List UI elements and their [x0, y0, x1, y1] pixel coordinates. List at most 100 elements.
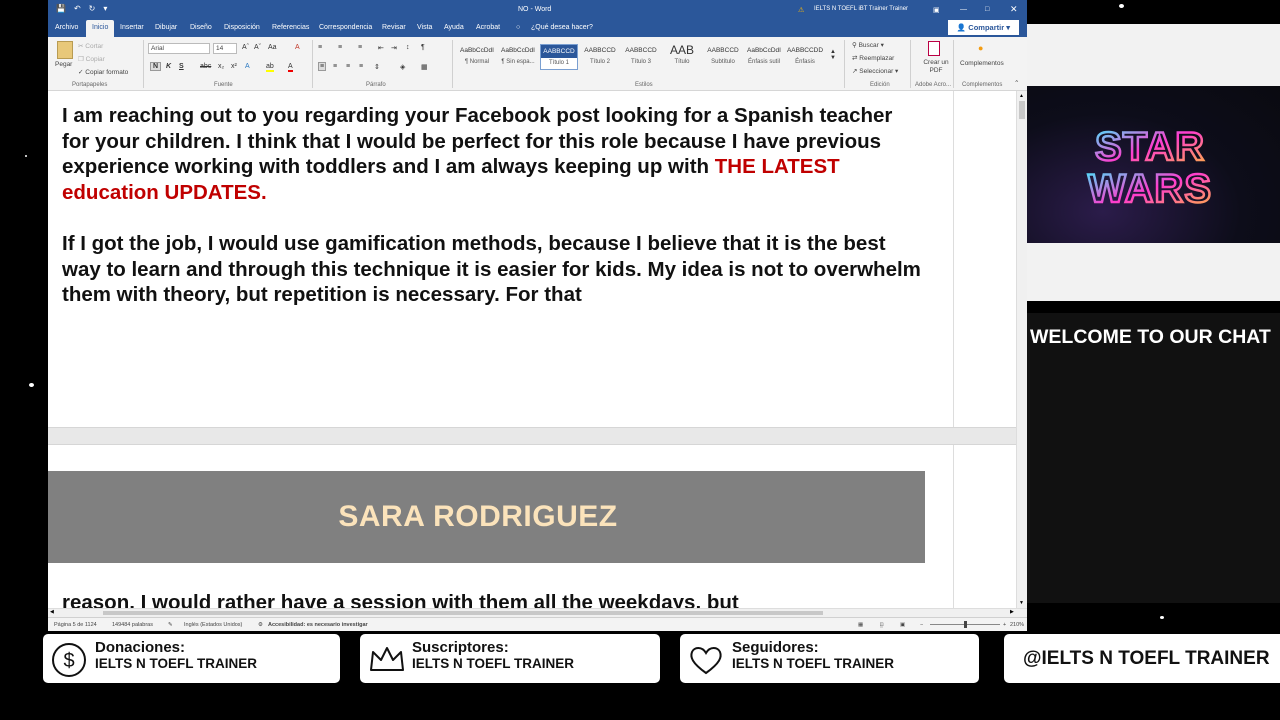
bold-icon[interactable]: N — [150, 62, 162, 71]
redo-icon[interactable]: ↻ — [89, 4, 96, 13]
justify-icon[interactable]: ≡ — [359, 63, 363, 70]
proofing-icon[interactable]: ✎ — [168, 622, 173, 628]
select-button[interactable]: ↗ Seleccionar ▾ — [852, 67, 898, 75]
tab-correspondencia[interactable]: Correspondencia — [319, 24, 372, 31]
paragraph-2[interactable]: If I got the job, I would use gamificati… — [62, 231, 922, 308]
minimize-icon[interactable]: — — [960, 6, 967, 13]
customize-icon[interactable]: ▾ — [103, 4, 107, 13]
increase-indent-icon[interactable]: ⇥ — [391, 44, 397, 52]
highlight-color-icon[interactable]: ab — [266, 63, 274, 72]
paste-icon[interactable] — [57, 41, 73, 59]
grow-font-icon[interactable]: Aˆ — [242, 44, 249, 51]
clear-formatting-icon[interactable]: A — [295, 44, 300, 51]
addins-button[interactable]: Complementos — [960, 60, 1004, 67]
style-item[interactable]: AaBbCcDdI ¶ Normal — [458, 44, 496, 70]
text-effects-icon[interactable]: A — [245, 63, 250, 70]
ribbon-display-icon[interactable]: ▣ — [933, 6, 940, 14]
zoom-in-icon[interactable]: + — [1003, 622, 1006, 628]
maximize-icon[interactable]: □ — [985, 6, 989, 13]
page-margin-line — [953, 91, 954, 608]
print-layout-icon[interactable]: □ — [880, 622, 884, 628]
sort-icon[interactable]: ↕ — [406, 44, 410, 51]
style-item[interactable]: AABBCCD Subtítulo — [704, 44, 742, 70]
zoom-level[interactable]: 210% — [1010, 622, 1024, 628]
save-icon[interactable]: 💾 — [56, 4, 66, 13]
font-color-icon[interactable]: A — [288, 63, 293, 72]
close-icon[interactable]: ✕ — [1010, 4, 1018, 15]
paragraph-1[interactable]: I am reaching out to you regarding your … — [62, 103, 922, 205]
shading-icon[interactable]: ◈ — [400, 63, 405, 71]
create-pdf-button[interactable]: Crear un PDF — [922, 59, 950, 75]
tab-disposicion[interactable]: Disposición — [224, 24, 260, 31]
read-mode-icon[interactable]: ▦ — [858, 622, 863, 628]
scroll-right-icon[interactable]: ▶ — [1010, 609, 1014, 615]
font-name-select[interactable]: Arial — [148, 43, 210, 54]
style-item[interactable]: AABBCCD Título 2 — [581, 44, 619, 70]
word-count[interactable]: 149484 palabras — [112, 622, 153, 628]
italic-icon[interactable]: K — [166, 63, 171, 70]
strikethrough-icon[interactable]: abc — [200, 63, 211, 70]
style-item[interactable]: AAB Título — [663, 44, 701, 70]
tab-archivo[interactable]: Archivo — [55, 24, 78, 31]
paste-button[interactable]: Pegar — [55, 61, 72, 68]
scroll-up-icon[interactable]: ▲ — [1019, 93, 1024, 99]
horizontal-scrollbar[interactable]: ◀ ▶ — [48, 608, 1027, 617]
borders-icon[interactable]: ▦ — [421, 63, 428, 71]
copy-button[interactable]: ❐ Copiar — [78, 55, 105, 63]
tab-ayuda[interactable]: Ayuda — [444, 24, 464, 31]
tab-vista[interactable]: Vista — [417, 24, 432, 31]
style-item[interactable]: AaBbCcDdI Énfasis sutil — [745, 44, 783, 70]
zoom-out-icon[interactable]: − — [920, 622, 923, 628]
vertical-scrollbar[interactable]: ▲ ▼ — [1016, 91, 1027, 608]
tab-diseno[interactable]: Diseño — [190, 24, 212, 31]
tab-referencias[interactable]: Referencias — [272, 24, 309, 31]
replace-button[interactable]: ⇄ Reemplazar — [852, 54, 894, 62]
styles-scroll-icon[interactable]: ▲ ▼ — [830, 49, 836, 61]
document-area[interactable]: I am reaching out to you regarding your … — [48, 91, 1018, 614]
align-center-icon[interactable]: ≡ — [333, 63, 337, 70]
align-right-icon[interactable]: ≡ — [346, 63, 350, 70]
superscript-icon[interactable]: x² — [231, 63, 237, 70]
language[interactable]: Inglés (Estados Unidos) — [184, 622, 242, 628]
collapse-ribbon-icon[interactable]: ⌃ — [1014, 79, 1019, 87]
cut-button[interactable]: ✂ Cortar — [78, 42, 103, 50]
web-layout-icon[interactable]: ▣ — [900, 622, 905, 628]
account-name[interactable]: IELTS N TOEFL iBT Trainer Trainer — [814, 6, 908, 12]
share-button[interactable]: 👤 Compartir ▾ — [947, 20, 1019, 35]
undo-icon[interactable]: ↶ — [74, 4, 81, 13]
accessibility-icon[interactable]: ⚙ — [258, 622, 263, 628]
tell-me-search[interactable]: ¿Qué desea hacer? — [531, 24, 593, 31]
find-button[interactable]: ⚲ Buscar ▾ — [852, 41, 884, 49]
subscript-icon[interactable]: x₂ — [218, 63, 224, 70]
show-marks-icon[interactable]: ¶ — [421, 44, 425, 51]
tab-dibujar[interactable]: Dibujar — [155, 24, 177, 31]
style-item[interactable]: AABBCCDD Énfasis — [786, 44, 824, 70]
style-item[interactable]: AABBCCD Título 1 — [540, 44, 578, 70]
accessibility-status[interactable]: Accesibilidad: es necesario investigar — [268, 622, 368, 628]
shrink-font-icon[interactable]: Aˇ — [254, 44, 261, 51]
tab-insertar[interactable]: Insertar — [120, 24, 144, 31]
tab-revisar[interactable]: Revisar — [382, 24, 406, 31]
scroll-thumb[interactable] — [103, 611, 823, 615]
page-count[interactable]: Página 5 de 1124 — [54, 622, 97, 628]
change-case-icon[interactable]: Aa — [268, 44, 277, 51]
font-group-label: Fuente — [214, 82, 233, 88]
multilevel-list-icon[interactable]: ≡ — [358, 44, 362, 51]
underline-icon[interactable]: S — [179, 63, 184, 70]
scroll-thumb[interactable] — [1019, 101, 1025, 119]
format-painter-button[interactable]: ✓ Copiar formato — [78, 68, 128, 76]
style-item[interactable]: AABBCCD Título 3 — [622, 44, 660, 70]
decrease-indent-icon[interactable]: ⇤ — [378, 44, 384, 52]
bullets-icon[interactable]: ≡ — [318, 44, 322, 51]
scroll-down-icon[interactable]: ▼ — [1019, 600, 1024, 606]
scroll-left-icon[interactable]: ◀ — [50, 609, 54, 615]
tab-acrobat[interactable]: Acrobat — [476, 24, 500, 31]
align-left-icon[interactable]: ≡ — [318, 62, 327, 71]
numbering-icon[interactable]: ≡ — [338, 44, 342, 51]
zoom-slider-thumb[interactable] — [964, 621, 967, 628]
line-spacing-icon[interactable]: ⇕ — [374, 63, 380, 71]
star-decoration — [1119, 4, 1124, 8]
font-size-select[interactable]: 14 — [213, 43, 237, 54]
style-item[interactable]: AaBbCcDdI ¶ Sin espa... — [499, 44, 537, 70]
tab-inicio[interactable]: Inicio — [86, 20, 115, 37]
